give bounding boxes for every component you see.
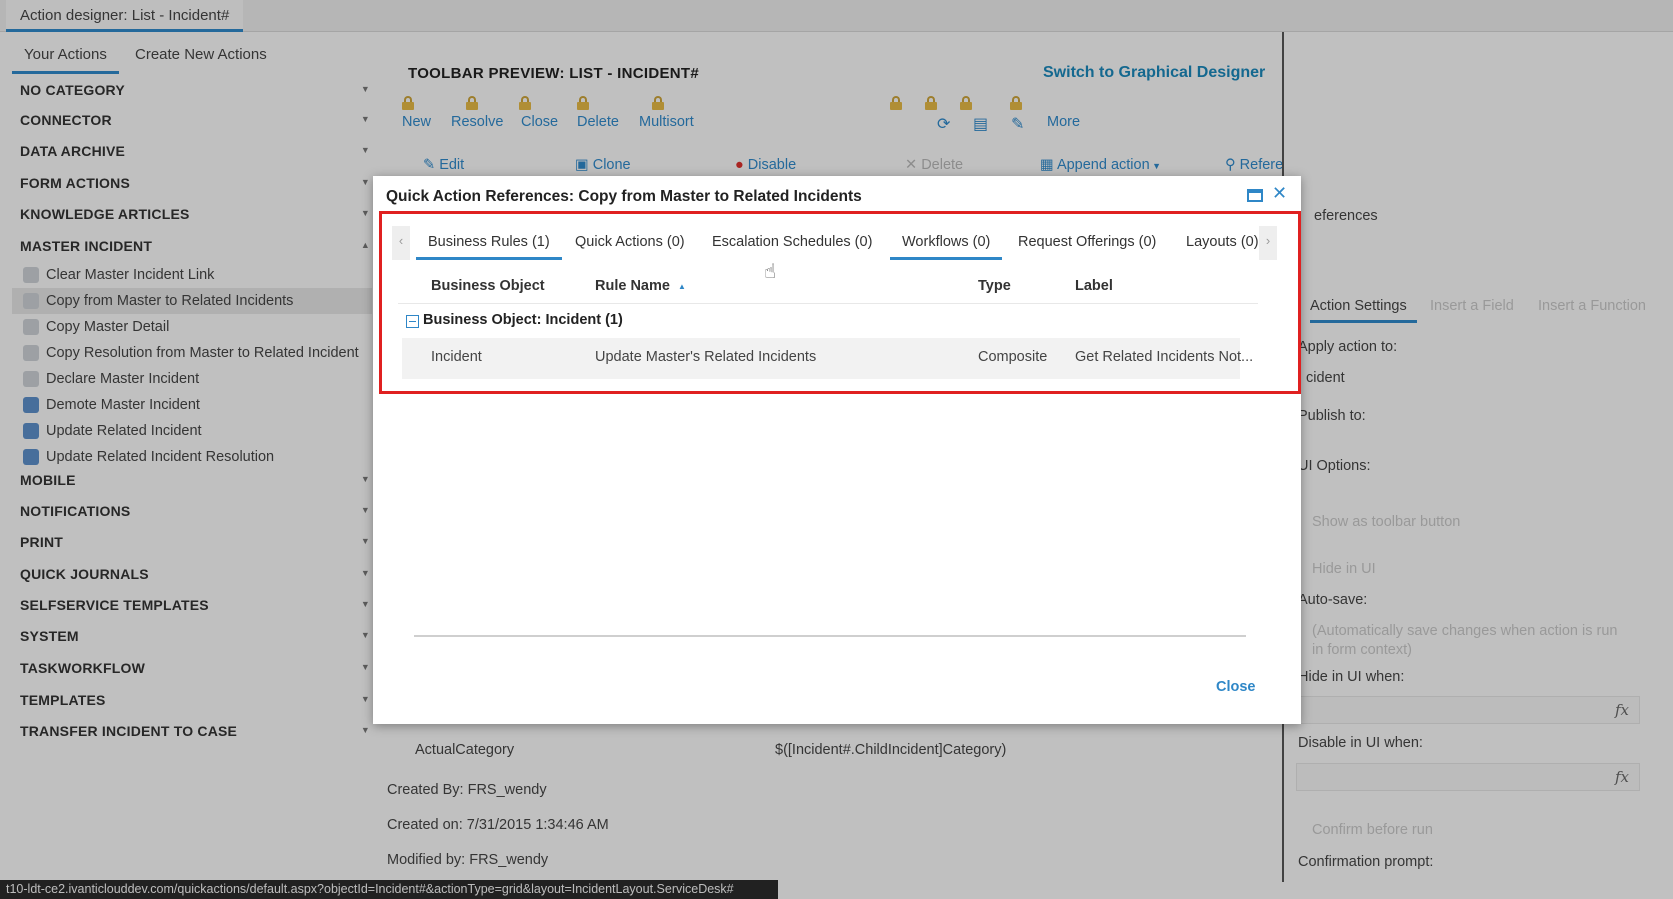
divider bbox=[414, 635, 1246, 637]
table-row[interactable]: Incident Update Master's Related Inciden… bbox=[402, 338, 1253, 379]
group-row[interactable]: Business Object: Incident (1) bbox=[398, 311, 1258, 337]
chevron-right-icon[interactable]: › bbox=[1259, 226, 1277, 260]
column-label[interactable]: Label bbox=[1075, 278, 1113, 294]
tab-business-rules[interactable]: Business Rules (1) bbox=[416, 234, 562, 260]
dialog-tabs: ‹ Business Rules (1) Quick Actions (0) E… bbox=[392, 226, 1277, 262]
collapse-icon[interactable] bbox=[406, 315, 419, 328]
dialog-title: Quick Action References: Copy from Maste… bbox=[386, 188, 862, 205]
sort-asc-icon: ▲ bbox=[677, 281, 686, 291]
column-type[interactable]: Type bbox=[978, 278, 1011, 294]
cell-type: Composite bbox=[978, 349, 1048, 365]
close-icon[interactable]: ✕ bbox=[1272, 183, 1287, 204]
cell-business-object: Incident bbox=[431, 349, 482, 365]
maximize-icon[interactable] bbox=[1247, 189, 1263, 202]
tab-escalation-schedules[interactable]: Escalation Schedules (0) bbox=[712, 234, 872, 257]
close-button[interactable]: Close bbox=[1216, 679, 1256, 695]
cell-rule-name: Update Master's Related Incidents bbox=[595, 349, 817, 365]
tab-quick-actions[interactable]: Quick Actions (0) bbox=[575, 234, 685, 257]
cell-label: Get Related Incidents Not... bbox=[1075, 349, 1254, 365]
column-rule-name[interactable]: Rule Name ▲ bbox=[595, 278, 686, 294]
references-dialog: Quick Action References: Copy from Maste… bbox=[373, 176, 1301, 724]
tab-workflows[interactable]: Workflows (0) bbox=[890, 234, 1003, 260]
tab-layouts[interactable]: Layouts (0) bbox=[1186, 234, 1259, 257]
column-business-object[interactable]: Business Object bbox=[431, 278, 545, 294]
group-label: Business Object: Incident (1) bbox=[423, 312, 623, 328]
hand-cursor-icon: ☝ bbox=[764, 261, 777, 283]
grid-header: Business Object Rule Name ▲ Type Label bbox=[398, 278, 1258, 304]
chevron-left-icon[interactable]: ‹ bbox=[392, 226, 410, 260]
tab-request-offerings[interactable]: Request Offerings (0) bbox=[1018, 234, 1156, 257]
